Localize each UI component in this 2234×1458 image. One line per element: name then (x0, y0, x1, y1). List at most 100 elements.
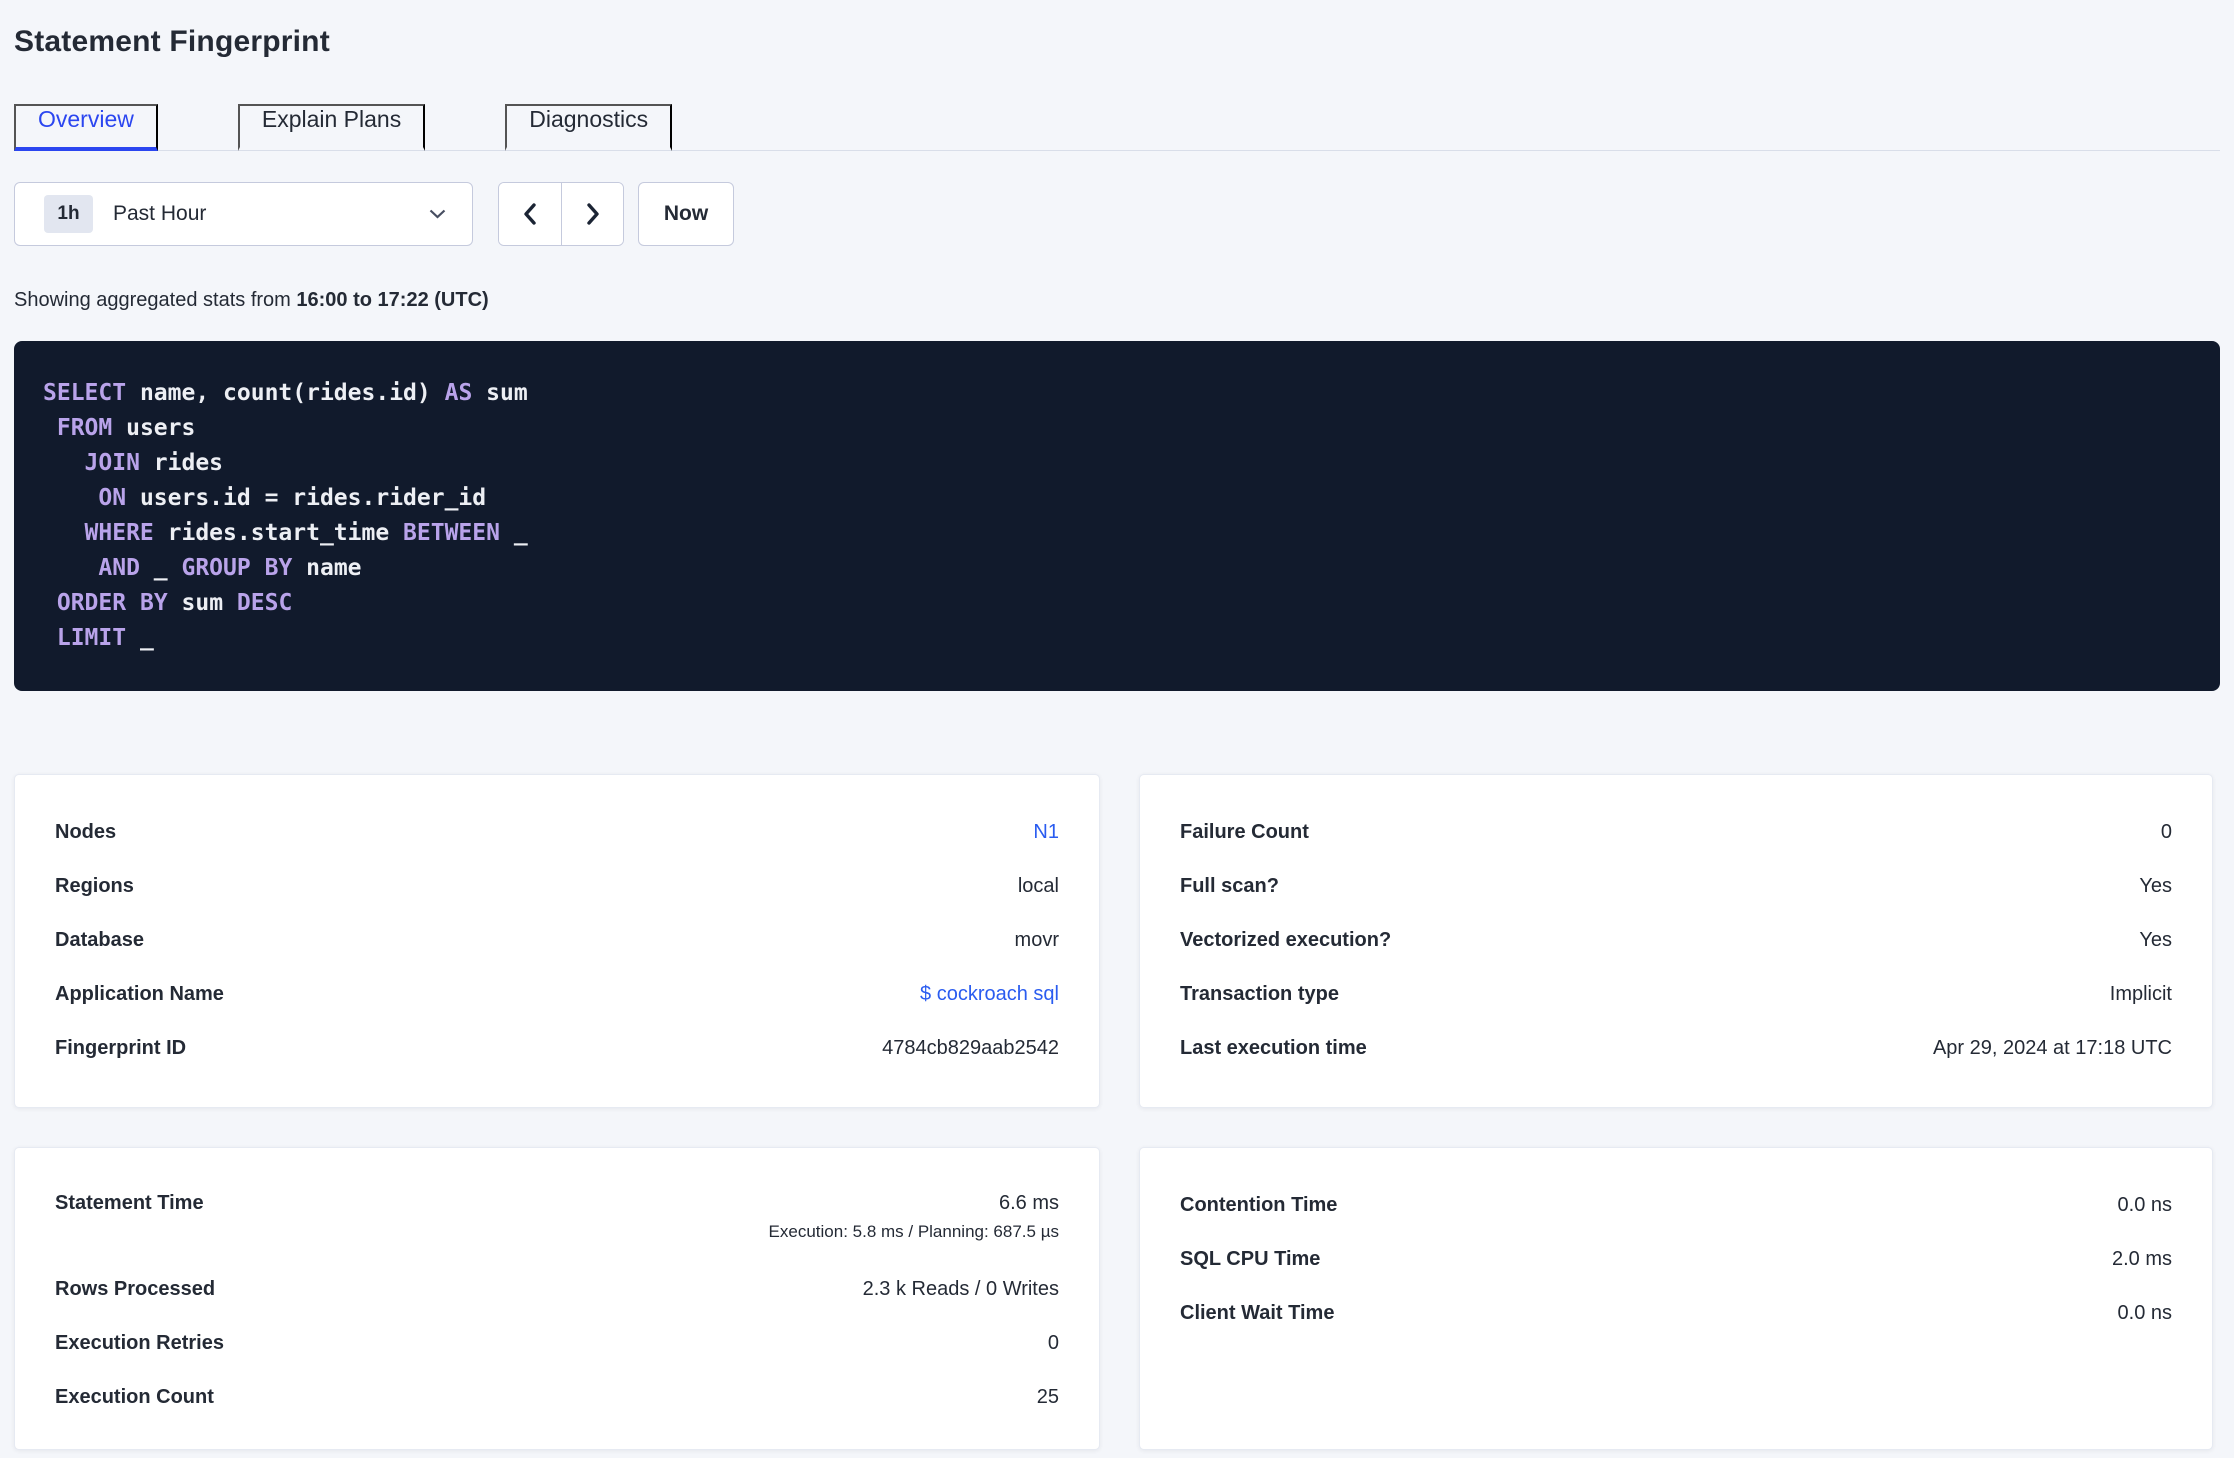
row-value-group: 0 (2161, 821, 2172, 844)
row-value: 25 (1036, 1385, 1059, 1408)
row-value: 2.3 k Reads / 0 Writes (862, 1277, 1059, 1300)
sql-keyword: AND (98, 555, 140, 581)
statement-details-card: Nodes N1 Regions local Database movr Applicati… (14, 774, 1100, 1108)
chevron-right-icon (586, 203, 599, 225)
sql-keyword: DESC (236, 590, 293, 616)
row-value-group: 25 (1037, 1386, 1059, 1409)
row-value: Implicit (2109, 982, 2172, 1005)
row-value: 0.0 ns (2117, 1301, 2172, 1324)
row-fingerprint-id: Fingerprint ID 4784cb829aab2542 (55, 1021, 1059, 1075)
row-value: 0 (2160, 820, 2172, 843)
sql-statement-box: SELECT name, count(rides.id) AS sum FROM… (14, 341, 2220, 691)
row-execution-count: Execution Count 25 (55, 1370, 1059, 1424)
row-value: Apr 29, 2024 at 17:18 UTC (1932, 1036, 2172, 1059)
row-value-group: movr (1015, 929, 1059, 952)
row-label: Database (55, 928, 144, 951)
sql-keyword: LIMIT (56, 625, 127, 651)
sql-line: JOIN rides (43, 446, 2191, 481)
row-label: Client Wait Time (1180, 1301, 1335, 1324)
sql-line: SELECT name, count(rides.id) AS sum (43, 376, 2191, 411)
row-contention-time: Contention Time 0.0 ns (1180, 1178, 2172, 1232)
summary-cards-bottom-row: Statement Time 6.6 ms Execution: 5.8 ms / … (14, 1147, 2220, 1450)
row-value-group: $ cockroach sql (920, 983, 1059, 1006)
row-label: Regions (55, 874, 134, 897)
row-transaction-type: Transaction type Implicit (1180, 967, 2172, 1021)
row-value-group: Implicit (2110, 983, 2172, 1006)
sql-line: ON users.id = rides.rider_id (43, 481, 2191, 516)
row-value-group: Yes (2139, 875, 2172, 898)
row-application-name: Application Name $ cockroach sql (55, 967, 1059, 1021)
sql-text: name (292, 555, 362, 581)
row-statement-time: Statement Time 6.6 ms Execution: 5.8 ms / … (55, 1178, 1059, 1262)
sql-keyword: FROM (56, 415, 113, 441)
row-value-link[interactable]: $ cockroach sql (920, 983, 1059, 1006)
row-label: Vectorized execution? (1180, 928, 1392, 951)
wait-time-stats-card: Contention Time 0.0 ns SQL CPU Time 2.0 ms C… (1139, 1147, 2213, 1450)
caption-time-range: 16:00 to 17:22 (UTC) (296, 289, 489, 311)
sql-line: WHERE rides.start_time BETWEEN _ (43, 516, 2191, 551)
row-value: 0.0 ns (2117, 1193, 2172, 1216)
execution-attributes-card: Failure Count 0 Full scan? Yes Vectorized ex… (1139, 774, 2213, 1108)
row-value-group: Yes (2139, 929, 2172, 952)
row-client-wait-time: Client Wait Time 0.0 ns (1180, 1286, 2172, 1340)
row-value: 4784cb829aab2542 (882, 1036, 1059, 1059)
previous-time-button[interactable] (499, 183, 561, 245)
time-step-buttons (498, 182, 624, 246)
row-label: Execution Retries (55, 1331, 224, 1354)
sql-keyword: GROUP (181, 555, 251, 581)
row-label: Last execution time (1180, 1036, 1367, 1059)
sql-keyword: BY (139, 590, 168, 616)
row-label: Statement Time (55, 1192, 204, 1214)
tab-overview[interactable]: Overview (14, 104, 158, 151)
row-failure-count: Failure Count 0 (1180, 805, 2172, 859)
time-range-dropdown[interactable]: 1h Past Hour (14, 182, 473, 246)
row-subvalue: Execution: 5.8 ms / Planning: 687.5 µs (768, 1222, 1059, 1241)
row-value: 2.0 ms (2111, 1247, 2172, 1270)
row-value: movr (1014, 928, 1059, 951)
row-value-group: 0 (1048, 1332, 1059, 1355)
time-controls: 1h Past Hour Now (14, 182, 2220, 246)
sql-keyword: BY (264, 555, 293, 581)
sql-keyword: ORDER (56, 590, 127, 616)
statement-fingerprint-page: Statement Fingerprint Overview Explain Pl… (0, 24, 2234, 1450)
sql-text: users (112, 415, 196, 441)
statement-time-stats-card: Statement Time 6.6 ms Execution: 5.8 ms / … (14, 1147, 1100, 1450)
next-time-button[interactable] (561, 183, 623, 245)
row-full-scan: Full scan? Yes (1180, 859, 2172, 913)
row-vectorized-execution: Vectorized execution? Yes (1180, 913, 2172, 967)
row-execution-retries: Execution Retries 0 (55, 1316, 1059, 1370)
row-value-group: local (1018, 875, 1059, 898)
sql-text: _ (139, 555, 182, 581)
now-button[interactable]: Now (638, 182, 734, 246)
chevron-down-icon (429, 209, 446, 219)
row-value-group: 4784cb829aab2542 (882, 1037, 1059, 1060)
tab-explain-plans[interactable]: Explain Plans (237, 104, 426, 151)
row-label: Transaction type (1180, 982, 1339, 1005)
row-value: Yes (2139, 874, 2172, 897)
row-value: local (1017, 874, 1059, 897)
sql-line: AND _ GROUP BY name (43, 551, 2191, 586)
row-value-group: 6.6 ms Execution: 5.8 ms / Planning: 687.… (769, 1192, 1059, 1243)
sql-text: sum (472, 380, 528, 406)
row-value-group: 2.3 k Reads / 0 Writes (863, 1278, 1059, 1301)
row-value: 6.6 ms (998, 1192, 1059, 1214)
sql-text: rides.start_time (153, 520, 404, 546)
aggregated-stats-caption: Showing aggregated stats from 16:00 to 1… (14, 288, 2220, 312)
row-rows-processed: Rows Processed 2.3 k Reads / 0 Writes (55, 1262, 1059, 1316)
row-nodes: Nodes N1 (55, 805, 1059, 859)
summary-cards-top-row: Nodes N1 Regions local Database movr Applicati… (14, 774, 2220, 1108)
tab-diagnostics[interactable]: Diagnostics (505, 104, 673, 151)
row-label: Nodes (55, 820, 117, 843)
sql-text: users.id = rides.rider_id (126, 485, 487, 511)
row-value-link[interactable]: N1 (1033, 821, 1059, 844)
row-value-group: 0.0 ns (2118, 1302, 2172, 1325)
